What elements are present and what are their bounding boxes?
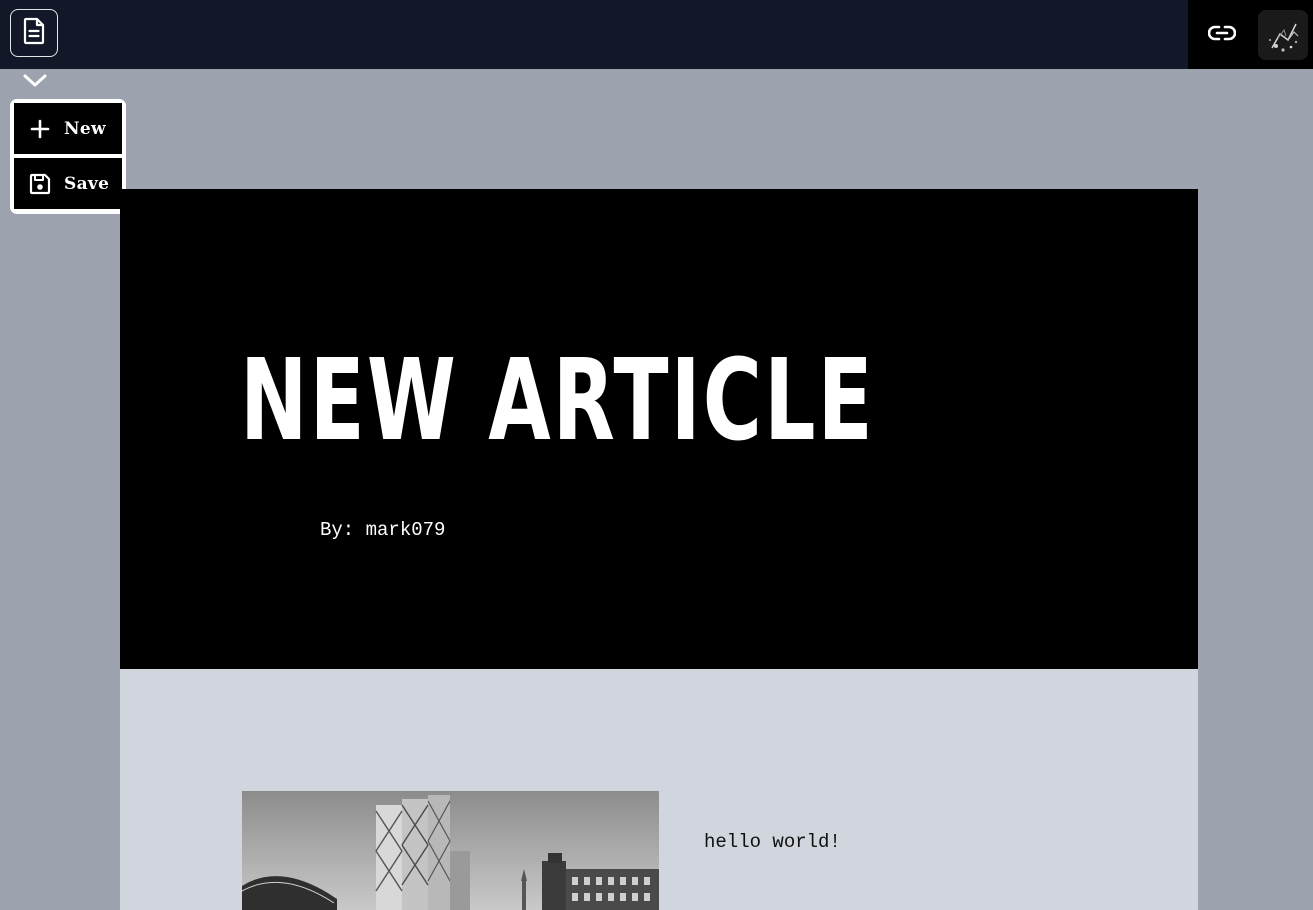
new-button-label: New [64, 118, 106, 139]
article-hero: NEW ARTICLE By: mark079 [120, 189, 1198, 669]
article-title[interactable]: NEW ARTICLE [240, 341, 875, 461]
save-button[interactable]: Save [14, 158, 122, 209]
link-button[interactable] [1204, 17, 1240, 53]
avatar[interactable] [1258, 10, 1308, 60]
new-button[interactable]: New [14, 103, 122, 154]
avatar-image [1258, 10, 1308, 60]
byline-prefix: By: [320, 519, 355, 541]
document-button[interactable] [10, 9, 58, 57]
cityscape-image [242, 791, 659, 910]
document-icon [21, 17, 47, 50]
menu-toggle[interactable] [22, 74, 48, 92]
top-bar [0, 0, 1313, 69]
top-right-actions [1188, 0, 1313, 69]
save-button-label: Save [64, 173, 110, 194]
article-byline: By: mark079 [320, 519, 445, 541]
article-card: NEW ARTICLE By: mark079 hello world! [120, 189, 1198, 910]
action-menu: New Save [10, 99, 126, 214]
byline-author: mark079 [365, 519, 446, 541]
floppy-disk-icon [26, 170, 54, 198]
article-body-text[interactable]: hello world! [704, 831, 841, 853]
link-icon [1207, 25, 1237, 46]
plus-icon [26, 115, 54, 143]
chevron-down-icon [22, 73, 48, 94]
article-image[interactable] [242, 791, 659, 910]
